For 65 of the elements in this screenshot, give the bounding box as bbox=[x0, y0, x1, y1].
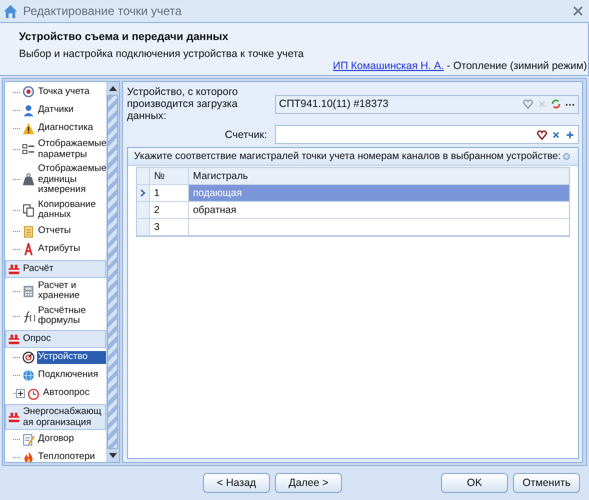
field-label: Устройство, с которого производится загрузка данных: bbox=[127, 86, 239, 122]
device-field[interactable]: СПТ941.10(11) #18373 bbox=[275, 94, 579, 114]
counter-field[interactable] bbox=[275, 125, 579, 144]
table-cell[interactable]: обратная bbox=[189, 202, 569, 218]
fire-icon bbox=[22, 451, 35, 462]
page-subtitle: Выбор и настройка подключения устройства к точке учета bbox=[19, 48, 305, 60]
sidebar-item[interactable]: Датчики bbox=[37, 104, 75, 116]
panel-title: Укажите соответствие магистралей точки учета номерам каналов в выбранном устройстве: bbox=[134, 151, 561, 162]
help-icon[interactable] bbox=[562, 153, 570, 160]
sidebar-item[interactable]: Теплопотери bbox=[37, 451, 96, 462]
sidebar-item[interactable]: Отображаемые параметры bbox=[37, 138, 106, 161]
column-header[interactable]: № bbox=[150, 168, 189, 184]
sidebar-item[interactable]: Точка учета bbox=[37, 86, 91, 98]
scroll-thumb[interactable] bbox=[107, 95, 118, 449]
field-label: Счетчик: bbox=[224, 128, 267, 140]
home-icon bbox=[3, 4, 18, 18]
expander-icon[interactable] bbox=[16, 389, 25, 398]
scroll-down-icon[interactable] bbox=[108, 453, 116, 458]
clock-icon bbox=[27, 387, 40, 400]
group-title: Энергоснабжающая организация bbox=[23, 406, 102, 428]
dialog-button[interactable]: Далее > bbox=[275, 473, 342, 493]
table-cell: 1 bbox=[154, 188, 160, 198]
scroll-up-icon[interactable] bbox=[108, 86, 116, 91]
sidebar-item[interactable]: Отчеты bbox=[37, 225, 72, 238]
group-header[interactable]: Опрос bbox=[5, 330, 106, 348]
dialog-button[interactable]: Отменить bbox=[513, 473, 580, 493]
row-header[interactable] bbox=[137, 185, 150, 201]
current-row-icon bbox=[140, 189, 146, 197]
sidebar-item[interactable]: Договор bbox=[37, 433, 75, 446]
sidebar-item[interactable]: Устройство bbox=[37, 351, 106, 364]
warn-icon bbox=[22, 122, 35, 134]
sidebar-item[interactable]: Расчётные формулы bbox=[37, 304, 106, 328]
sidebar-item[interactable]: Подключения bbox=[37, 369, 100, 382]
add-icon[interactable] bbox=[565, 130, 575, 140]
fx-icon bbox=[22, 310, 35, 322]
window-title: Редактирование точки учета bbox=[23, 4, 183, 18]
dialog-button[interactable]: OK bbox=[441, 473, 508, 493]
refresh-icon[interactable] bbox=[551, 99, 561, 109]
scrollbar[interactable] bbox=[106, 82, 119, 462]
sidebar-item[interactable]: Отображаемые единицы измерения bbox=[37, 163, 106, 196]
group-header[interactable]: Энергоснабжающая организация bbox=[5, 404, 106, 430]
sidebar-item[interactable]: Атрибуты bbox=[37, 243, 82, 256]
person-icon bbox=[22, 104, 35, 116]
owner-link[interactable]: ИП Комашинская Н. А. bbox=[332, 60, 444, 72]
group-header[interactable]: Расчёт bbox=[5, 260, 106, 278]
heart-icon[interactable] bbox=[537, 130, 547, 140]
table-cell: 3 bbox=[154, 222, 160, 232]
column-header[interactable]: Магистраль bbox=[189, 168, 569, 184]
weight-icon bbox=[22, 173, 35, 186]
close-icon[interactable] bbox=[573, 6, 583, 16]
sidebar-item[interactable]: Копирование данных bbox=[37, 198, 106, 222]
copy-icon bbox=[22, 204, 35, 216]
sidebar-item[interactable]: Расчет и хранение bbox=[37, 280, 106, 302]
sidebar-item[interactable]: Автоопрос bbox=[42, 387, 90, 400]
context-text: - Отопление (зимний режим) bbox=[446, 60, 587, 72]
calc-icon bbox=[22, 284, 35, 298]
report-icon bbox=[22, 225, 35, 238]
sidebar-item[interactable]: Диагностика bbox=[37, 122, 94, 134]
dialog-button[interactable]: < Назад bbox=[203, 473, 270, 493]
table-cell: 2 bbox=[154, 204, 160, 216]
group-title: Расчёт bbox=[23, 263, 54, 274]
page-title: Устройство съема и передачи данных bbox=[19, 31, 230, 43]
globe-icon bbox=[22, 369, 35, 382]
clear-icon[interactable] bbox=[551, 130, 561, 140]
group-title: Опрос bbox=[23, 333, 51, 344]
